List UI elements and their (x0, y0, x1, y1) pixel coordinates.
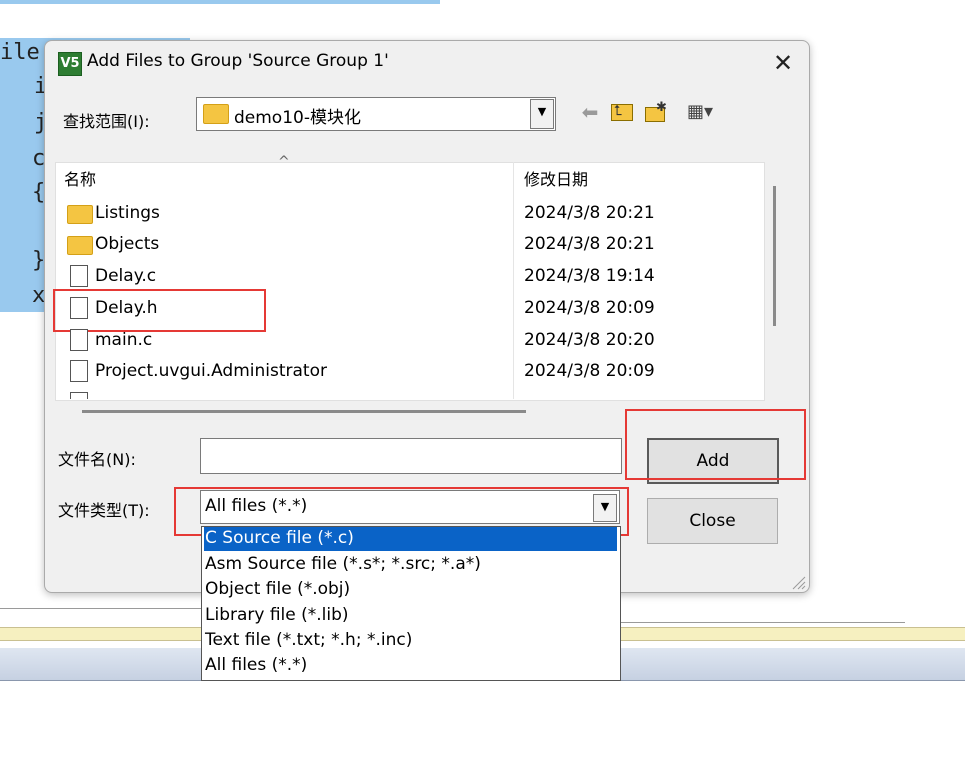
column-header-modified[interactable]: 修改日期 (524, 166, 588, 190)
editor-selection-strip (0, 0, 440, 4)
list-item-name[interactable]: Project.uvgui.Administrator (95, 361, 327, 381)
annotation-box (53, 289, 266, 332)
close-icon[interactable]: ✕ (768, 48, 798, 78)
dropdown-option[interactable]: All files (*.*) (204, 653, 617, 678)
column-divider (513, 162, 514, 399)
close-button[interactable]: Close (647, 498, 778, 544)
look-in-label: 查找范围(I): (63, 112, 150, 131)
file-icon (70, 360, 88, 382)
code-fragment: ile (0, 40, 40, 65)
list-item-date: 2024/3/8 20:09 (524, 361, 655, 381)
folder-icon (203, 104, 229, 124)
look-in-dropdown-button[interactable]: ▼ (530, 99, 554, 129)
filename-label: 文件名(N): (58, 450, 136, 469)
sort-arrow-icon: ^ (278, 154, 290, 170)
file-icon (70, 392, 88, 399)
sparkle-glyph: ✱ (656, 100, 667, 115)
list-item-date: 2024/3/8 20:09 (524, 298, 655, 318)
editor-divider (0, 608, 202, 609)
editor-divider (620, 622, 905, 623)
back-icon[interactable]: ⬅ (576, 99, 604, 125)
filename-input[interactable] (200, 438, 622, 474)
dropdown-option[interactable]: Text file (*.txt; *.h; *.inc) (204, 628, 617, 653)
file-icon (70, 329, 88, 351)
list-item-date: 2024/3/8 20:20 (524, 330, 655, 350)
list-item-name[interactable]: Listings (95, 203, 160, 223)
list-item-name[interactable]: Objects (95, 234, 159, 254)
dropdown-option[interactable]: Asm Source file (*.s*; *.src; *.a*) (204, 552, 617, 577)
file-icon (70, 265, 88, 287)
dropdown-option[interactable]: Library file (*.lib) (204, 603, 617, 628)
annotation-box (625, 409, 806, 480)
folder-icon (67, 236, 93, 255)
folder-icon (67, 205, 93, 224)
up-arrow-glyph: ⮤ (614, 103, 623, 119)
list-item-date: 2024/3/8 19:14 (524, 266, 655, 286)
list-item-name[interactable]: Delay.c (95, 266, 156, 286)
dropdown-option[interactable]: Object file (*.obj) (204, 577, 617, 602)
new-folder-icon[interactable]: ✱ (642, 99, 670, 125)
list-item-name[interactable]: main.c (95, 330, 152, 350)
look-in-value: demo10-模块化 (234, 108, 361, 128)
resize-grip-icon[interactable] (790, 574, 806, 590)
dropdown-option[interactable]: C Source file (*.c) (204, 527, 617, 551)
editor-tab-strip (620, 627, 965, 641)
list-item-date: 2024/3/8 20:21 (524, 203, 655, 223)
dialog-title: Add Files to Group 'Source Group 1' (87, 51, 389, 71)
editor-tab-strip (0, 627, 202, 641)
app-icon: V5 (58, 52, 82, 76)
view-menu-icon[interactable]: ▦▾ (678, 99, 722, 125)
up-folder-icon[interactable]: ⮤ (608, 99, 636, 125)
filetype-label: 文件类型(T): (58, 501, 150, 520)
column-header-name[interactable]: 名称 (64, 166, 96, 190)
list-item-date: 2024/3/8 20:21 (524, 234, 655, 254)
vertical-scrollbar[interactable] (773, 186, 776, 326)
horizontal-scrollbar[interactable] (82, 410, 526, 413)
